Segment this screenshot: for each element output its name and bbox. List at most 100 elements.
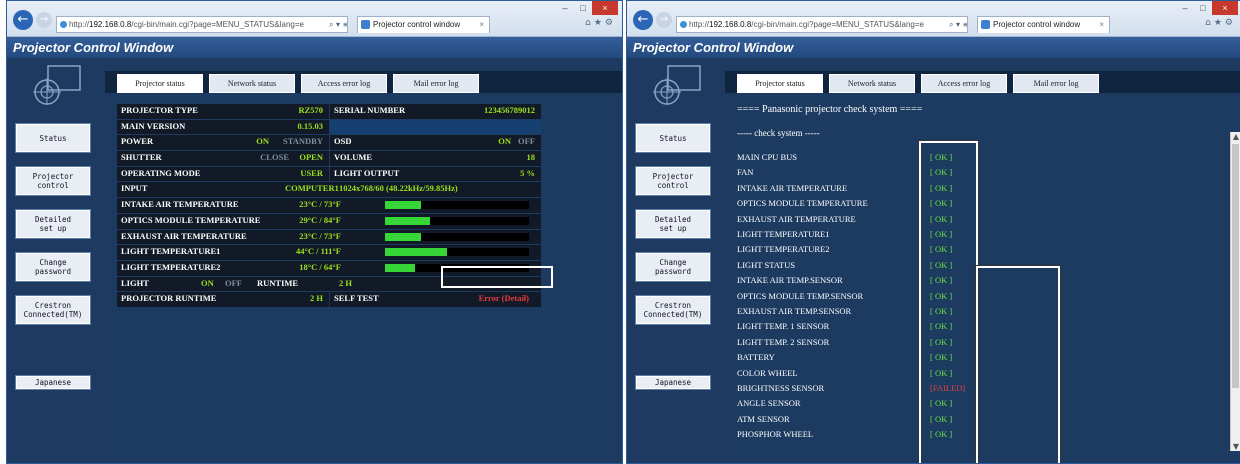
table-row: LIGHT TEMPERATURE1 44°C / 111°F [117, 245, 541, 261]
scroll-thumb[interactable] [1232, 144, 1239, 388]
temp-bar-fill [385, 201, 421, 210]
address-bar[interactable]: http://192.168.0.8/cgi-bin/main.cgi?page… [676, 16, 968, 33]
status-button[interactable]: Status [636, 124, 710, 152]
input-cell: INPUT COMPUTER1 1024x768/60 (48.22kHz/59.8… [117, 182, 541, 198]
empty-cell [330, 119, 541, 135]
temp-cell: INTAKE AIR TEMPERATURE 23°C / 73°F [117, 198, 541, 213]
maximize-button[interactable]: □ [574, 1, 592, 15]
light-output-value: 5 % [520, 167, 535, 178]
temp-label: OPTICS MODULE TEMPERATURE [121, 214, 261, 225]
check-item-name: ANGLE SENSOR [737, 398, 801, 409]
check-item-name: LIGHT STATUS [737, 259, 795, 270]
address-tools-icon[interactable]: ⌕ ▾ ≡ ↻ [329, 17, 347, 32]
crestron-button[interactable]: Crestron Connected(TM) [636, 296, 710, 324]
window-controls: – □ × [1176, 1, 1238, 15]
minimize-button[interactable]: – [1176, 1, 1194, 15]
page-title: Projector Control Window [627, 37, 1240, 58]
self-test-highlight [441, 266, 553, 288]
detailed-setup-button[interactable]: Detailed set up [636, 210, 710, 238]
url-host: 192.168.0.8 [709, 20, 752, 29]
temp-cell: OPTICS MODULE TEMPERATURE 29°C / 84°F [117, 213, 541, 229]
japanese-button[interactable]: Japanese [16, 376, 90, 389]
main-version-label: MAIN VERSION [121, 120, 186, 131]
tab-network-status[interactable]: Network status [209, 74, 295, 93]
detailed-setup-button[interactable]: Detailed set up [16, 210, 90, 238]
browser-tab[interactable]: Projector control window × [357, 16, 490, 33]
tab-access-error-log[interactable]: Access error log [301, 74, 387, 93]
check-item-name: INTAKE AIR TEMP.SENSOR [737, 275, 843, 286]
temp-bar [385, 201, 529, 210]
table-row: OPERATING MODE USER LIGHT OUTPUT 5 % [117, 166, 541, 183]
tab-close-icon[interactable]: × [479, 17, 484, 32]
scrollbar[interactable]: ▲ ▼ [1230, 132, 1240, 451]
check-item-name: COLOR WHEEL [737, 367, 798, 378]
address-tools-icon[interactable]: ⌕ ▾ ≡ ↻ [949, 17, 967, 32]
address-bar[interactable]: http://192.168.0.8/cgi-bin/main.cgi?page… [56, 16, 348, 33]
tab-access-error-log[interactable]: Access error log [921, 74, 1007, 93]
operating-mode-cell: OPERATING MODE USER [117, 166, 329, 182]
main-version-cell: MAIN VERSION 0.15.03 [117, 119, 329, 135]
tab-mail-error-log[interactable]: Mail error log [1013, 74, 1099, 93]
home-favorites-settings-icon[interactable]: ⌂★⚙ [1205, 18, 1236, 28]
check-item-name: OPTICS MODULE TEMP.SENSOR [737, 290, 864, 301]
minimize-button[interactable]: – [556, 1, 574, 15]
light-output-cell: LIGHT OUTPUT 5 % [330, 166, 541, 182]
url-path: /cgi-bin/main.cgi?page=MENU_STATUS&lang=… [751, 20, 924, 29]
tab-projector-status[interactable]: Projector status [117, 74, 203, 93]
back-button[interactable]: ← [633, 10, 653, 30]
forward-button[interactable]: → [656, 12, 672, 28]
scroll-up-icon[interactable]: ▲ [1231, 132, 1240, 141]
status-button[interactable]: Status [16, 124, 90, 152]
check-item-name: INTAKE AIR TEMPERATURE [737, 182, 848, 193]
temp-bar-fill [385, 248, 447, 257]
light-output-label: LIGHT OUTPUT [334, 167, 400, 178]
input-label: INPUT [121, 183, 148, 194]
osd-cell: OSD ON OFF [330, 135, 541, 151]
light-off: OFF [225, 277, 242, 288]
volume-cell: VOLUME 18 [330, 151, 541, 166]
crestron-button[interactable]: Crestron Connected(TM) [16, 296, 90, 324]
check-item-name: LIGHT TEMP. 1 SENSOR [737, 321, 830, 332]
tab-mail-error-log[interactable]: Mail error log [393, 74, 479, 93]
maximize-button[interactable]: □ [1194, 1, 1212, 15]
home-favorites-settings-icon[interactable]: ⌂★⚙ [585, 18, 616, 28]
change-password-button[interactable]: Change password [636, 253, 710, 281]
change-password-button[interactable]: Change password [16, 253, 90, 281]
tab-network-status[interactable]: Network status [829, 74, 915, 93]
browser-toolbar: ← → http://192.168.0.8/cgi-bin/main.cgi?… [627, 1, 1240, 37]
check-item-name: PHOSPHOR WHEEL [737, 429, 814, 440]
table-row: EXHAUST AIR TEMPERATURE 23°C / 73°F [117, 229, 541, 246]
temp-value: 44°C / 111°F [295, 246, 341, 257]
tab-title: Projector control window [993, 20, 1081, 29]
tab-favicon-icon [361, 20, 370, 29]
browser-window-check: ← → http://192.168.0.8/cgi-bin/main.cgi?… [626, 0, 1240, 464]
projector-control-button[interactable]: Projector control [16, 167, 90, 195]
tab-close-icon[interactable]: × [1099, 17, 1104, 32]
close-button[interactable]: × [1212, 1, 1238, 15]
tab-projector-status[interactable]: Projector status [737, 74, 823, 93]
scroll-down-icon[interactable]: ▼ [1231, 442, 1240, 451]
table-row: OPTICS MODULE TEMPERATURE 29°C / 84°F [117, 213, 541, 230]
temp-bar [385, 216, 529, 225]
main-version-value: 0.15.03 [297, 120, 324, 131]
back-button[interactable]: ← [13, 10, 33, 30]
shutter-cell: SHUTTER CLOSE OPEN [117, 151, 329, 166]
page-body: Projector status Network status Access e… [7, 58, 622, 463]
projector-control-button[interactable]: Projector control [636, 167, 710, 195]
forward-button[interactable]: → [36, 12, 52, 28]
temp-cell: LIGHT TEMPERATURE1 44°C / 111°F [117, 245, 541, 260]
browser-tab[interactable]: Projector control window × [977, 16, 1110, 33]
check-item-name: EXHAUST AIR TEMP.SENSOR [737, 306, 852, 316]
url-path: /cgi-bin/main.cgi?page=MENU_STATUS&lang=… [131, 20, 304, 29]
check-item-name: LIGHT TEMP. 2 SENSOR [737, 336, 830, 347]
serial-cell: SERIAL NUMBER 123456789012 [330, 104, 541, 119]
projector-runtime-value: 2 H [310, 293, 323, 304]
close-button[interactable]: × [592, 1, 618, 15]
table-row: POWER ON STANDBY OSD ON OFF [117, 135, 541, 151]
self-test-error-link[interactable]: Error (Detail) [479, 292, 529, 306]
operating-mode-value: USER [300, 167, 323, 178]
japanese-button[interactable]: Japanese [636, 376, 710, 389]
status-panel: PROJECTOR TYPE RZ570 SERIAL NUMBER 1234567… [105, 95, 622, 463]
page-icon [680, 21, 687, 28]
window-controls: – □ × [556, 1, 618, 15]
